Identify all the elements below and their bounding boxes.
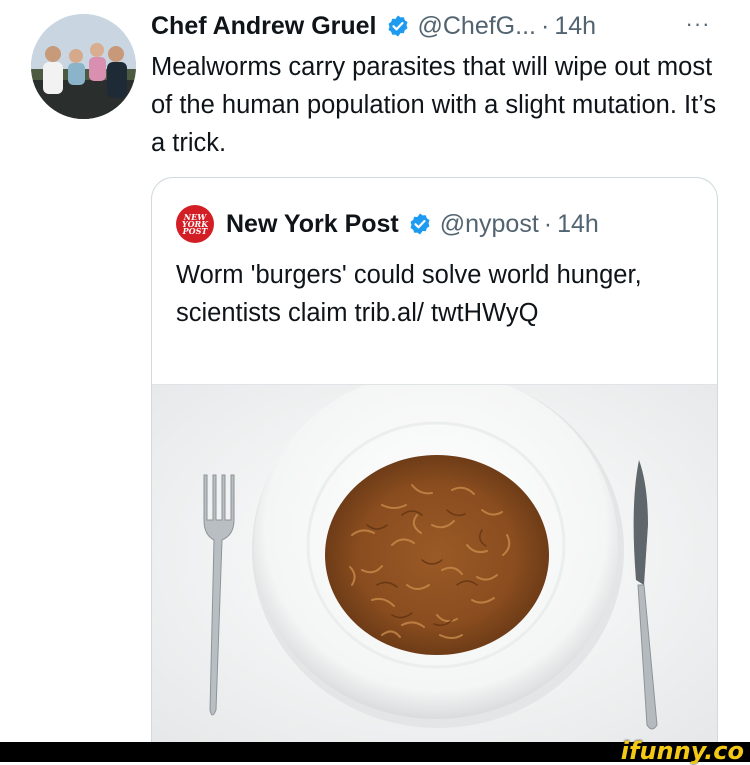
- ifunny-watermark: ifunny.co: [620, 737, 744, 765]
- author-name[interactable]: Chef Andrew Gruel: [151, 12, 377, 41]
- quoted-tweet-timestamp[interactable]: 14h: [557, 210, 599, 239]
- avatar-photo: [31, 14, 136, 119]
- more-options-icon[interactable]: ···: [678, 12, 718, 40]
- author-avatar[interactable]: [31, 14, 136, 119]
- verified-badge-icon: [386, 14, 410, 38]
- nypost-avatar[interactable]: NEW YORK POST: [176, 205, 214, 243]
- tweet-timestamp[interactable]: 14h: [554, 12, 596, 41]
- verified-badge-icon: [408, 212, 432, 236]
- quoted-author-name[interactable]: New York Post: [226, 210, 399, 239]
- tweet-header: Chef Andrew Gruel @ChefG... · 14h: [151, 8, 596, 44]
- quoted-tweet[interactable]: NEW YORK POST New York Post @nypost · 14…: [151, 177, 718, 753]
- tweet-text: Mealworms carry parasites that will wipe…: [151, 53, 717, 157]
- quoted-tweet-text: Worm 'burgers' could solve world hunger,…: [176, 261, 642, 327]
- quoted-author-handle[interactable]: @nypost: [440, 210, 539, 239]
- separator-dot: ·: [540, 11, 550, 40]
- quoted-tweet-header: NEW YORK POST New York Post @nypost · 14…: [176, 204, 599, 244]
- mealworm-plate-photo: [152, 371, 717, 753]
- nypost-logo-text: NEW YORK POST: [181, 211, 209, 236]
- separator-dot: ·: [543, 209, 553, 238]
- author-handle[interactable]: @ChefG...: [418, 12, 536, 41]
- quoted-tweet-image[interactable]: [152, 371, 717, 753]
